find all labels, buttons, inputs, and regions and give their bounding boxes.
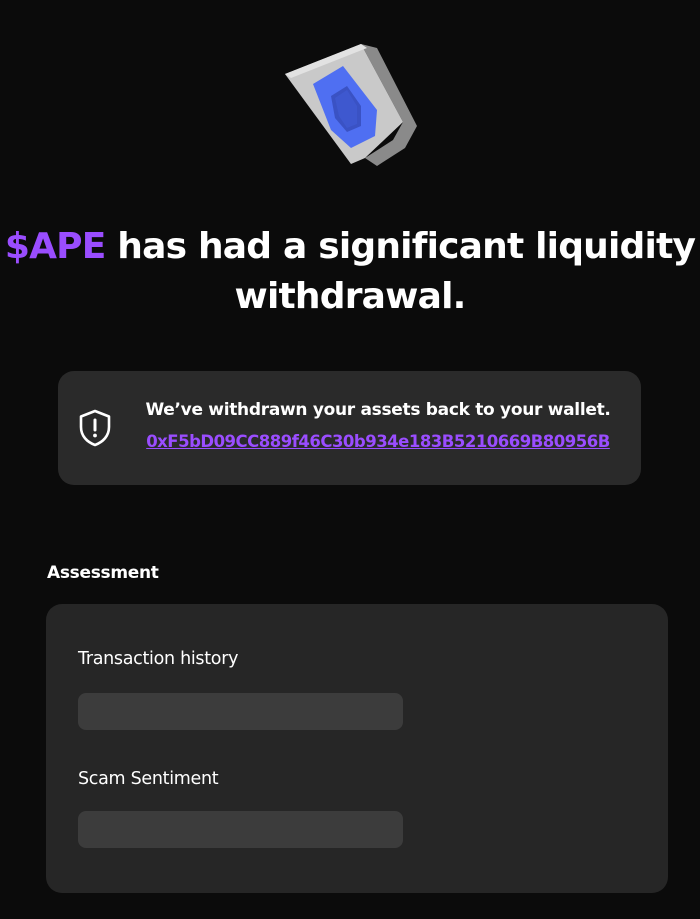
notice-message: We’ve withdrawn your assets back to your… xyxy=(145,400,611,420)
token-logo-icon xyxy=(285,44,417,166)
withdrawal-notice-card: We’ve withdrawn your assets back to your… xyxy=(58,371,641,485)
assessment-heading: Assessment xyxy=(47,563,159,583)
page-title: $APE has had a significant liquidity wit… xyxy=(0,222,700,322)
assessment-card: Transaction history Scam Sentiment xyxy=(46,604,668,893)
metric-bar-scam-sentiment xyxy=(78,811,403,848)
token-symbol: $APE xyxy=(4,226,106,267)
metric-bar-transaction-history xyxy=(78,693,403,730)
headline-text-line1: has had a significant liquidity xyxy=(105,226,696,267)
metric-label-scam-sentiment: Scam Sentiment xyxy=(78,769,219,789)
headline-text-line2: withdrawal. xyxy=(234,276,466,317)
metric-label-transaction-history: Transaction history xyxy=(78,649,239,669)
wallet-address-link[interactable]: 0xF5bD09CC889f46C30b934e183B5210669B8095… xyxy=(128,431,628,453)
shield-alert-icon xyxy=(79,409,111,447)
